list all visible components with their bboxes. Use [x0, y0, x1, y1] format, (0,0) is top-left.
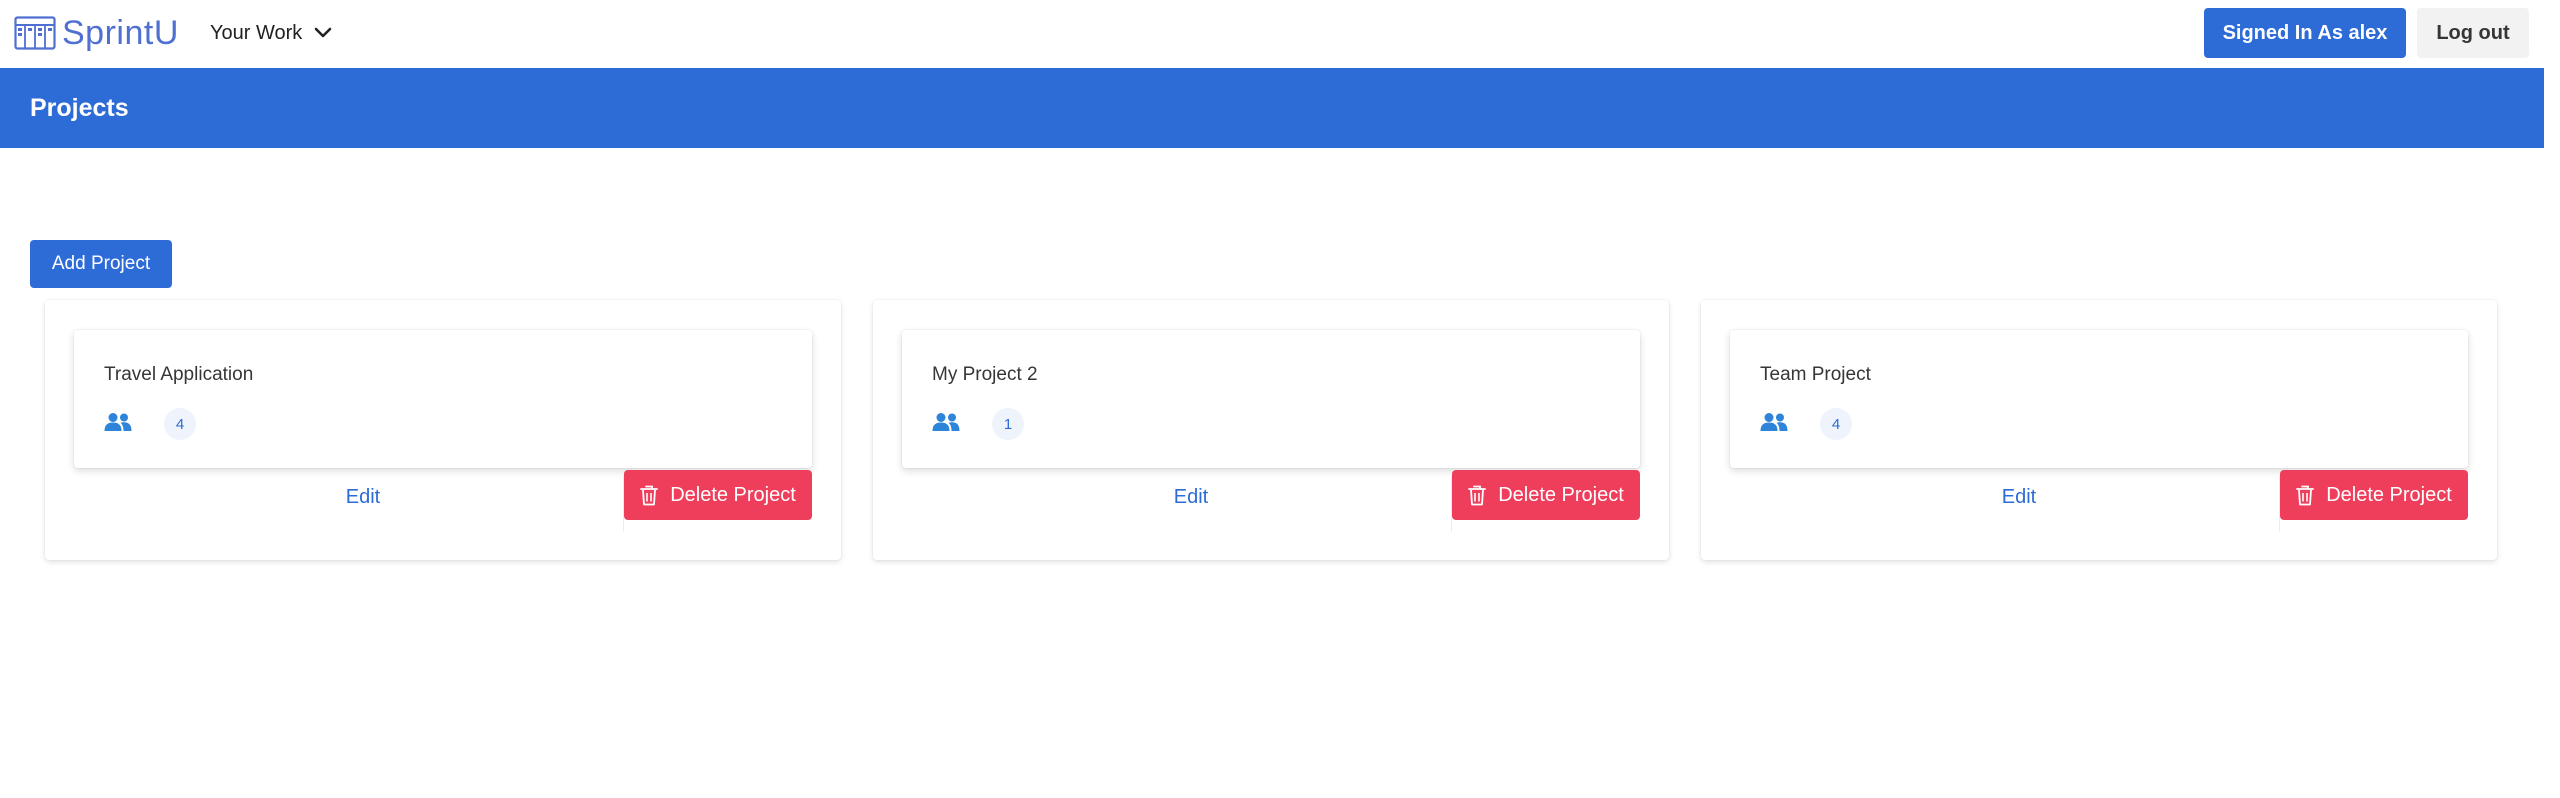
- trash-icon: [1468, 485, 1487, 505]
- users-icon: [1760, 413, 1788, 431]
- signed-in-button[interactable]: Signed In As alex: [2204, 8, 2406, 58]
- users-icon: [104, 413, 132, 431]
- edit-project-link[interactable]: Edit: [1730, 486, 2308, 514]
- project-card: Travel Application 4 Edit Delete Project: [45, 300, 841, 560]
- add-project-button[interactable]: Add Project: [30, 240, 172, 288]
- brand-logo-link[interactable]: SprintU: [14, 12, 179, 54]
- project-card: Team Project 4 Edit Delete Project: [1701, 300, 2497, 560]
- logout-button[interactable]: Log out: [2417, 8, 2529, 58]
- delete-project-label: Delete Project: [1498, 483, 1624, 506]
- delete-project-label: Delete Project: [670, 483, 796, 506]
- top-navbar: SprintU Your Work Signed In As alex Log …: [0, 0, 2560, 66]
- delete-project-button[interactable]: Delete Project: [1452, 470, 1640, 520]
- project-name: Travel Application: [104, 364, 254, 385]
- project-summary[interactable]: My Project 2 1: [902, 330, 1640, 468]
- brand-name: SprintU: [62, 13, 179, 52]
- delete-project-label: Delete Project: [2326, 483, 2452, 506]
- your-work-label: Your Work: [210, 21, 303, 44]
- project-summary[interactable]: Travel Application 4: [74, 330, 812, 468]
- project-name: Team Project: [1760, 364, 1871, 385]
- project-summary[interactable]: Team Project 4: [1730, 330, 2468, 468]
- delete-project-button[interactable]: Delete Project: [624, 470, 812, 520]
- edit-project-link[interactable]: Edit: [902, 486, 1480, 514]
- member-count-badge: 4: [1820, 408, 1852, 440]
- edit-project-link[interactable]: Edit: [74, 486, 652, 514]
- member-count-badge: 1: [992, 408, 1024, 440]
- member-count-badge: 4: [164, 408, 196, 440]
- page-header-banner: Projects: [0, 68, 2544, 148]
- page-title: Projects: [30, 94, 129, 122]
- project-card: My Project 2 1 Edit Delete Project: [873, 300, 1669, 560]
- trash-icon: [640, 485, 659, 505]
- sprint-board-icon: [14, 16, 56, 50]
- delete-project-button[interactable]: Delete Project: [2280, 470, 2468, 520]
- chevron-down-icon: [314, 27, 332, 38]
- users-icon: [932, 413, 960, 431]
- your-work-dropdown[interactable]: Your Work: [210, 18, 332, 48]
- trash-icon: [2296, 485, 2315, 505]
- project-name: My Project 2: [932, 364, 1038, 385]
